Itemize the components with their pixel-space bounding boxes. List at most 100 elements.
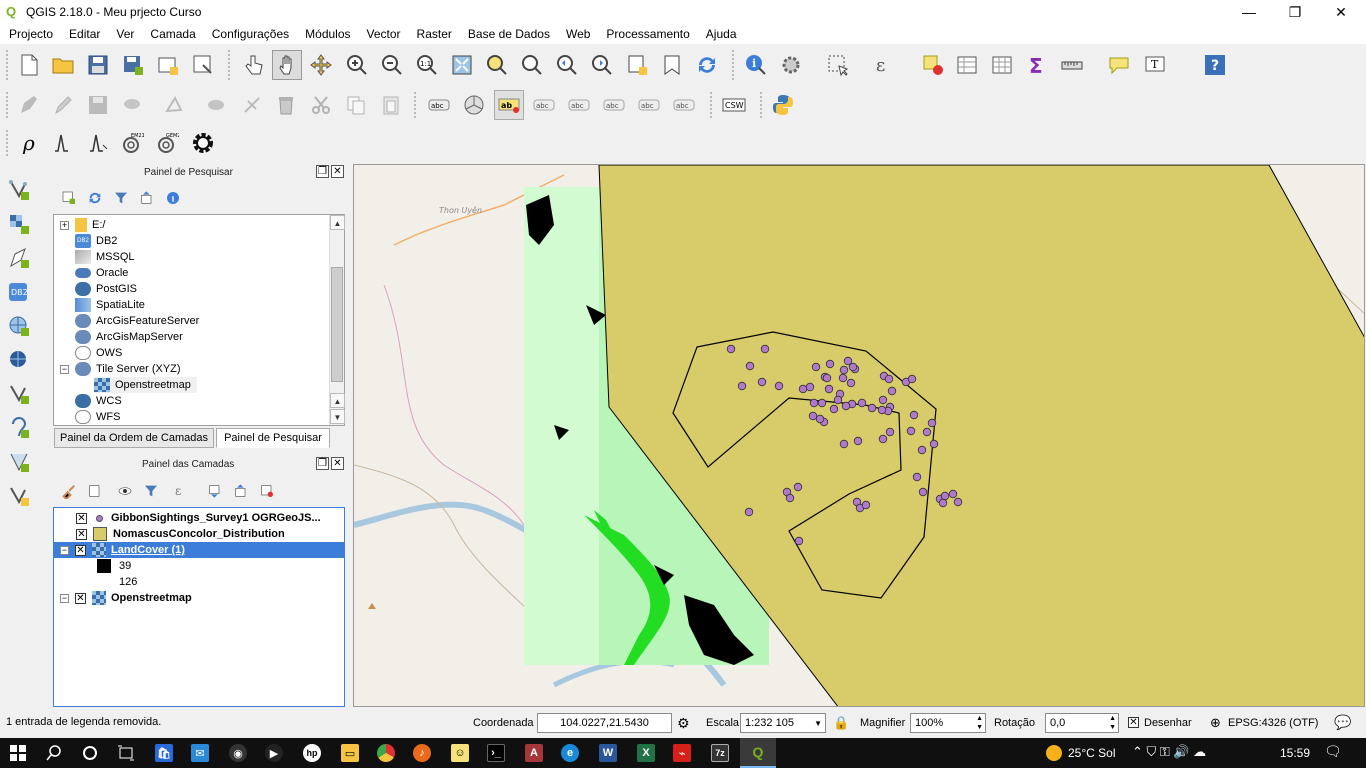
map-tips-icon[interactable] bbox=[1104, 50, 1134, 80]
media-app-icon[interactable]: ▶ bbox=[256, 738, 292, 768]
float-panel-button[interactable]: ❐ bbox=[316, 457, 329, 470]
layer-item-openstreetmap[interactable]: − ✕ Openstreetmap bbox=[60, 590, 192, 606]
save-as-icon[interactable] bbox=[118, 50, 148, 80]
browser-item-arcgis-map[interactable]: ArcGisMapServer bbox=[75, 329, 183, 345]
mail-icon[interactable]: ✉ bbox=[182, 738, 218, 768]
node-edit-icon[interactable] bbox=[237, 90, 267, 120]
deselect-all-icon[interactable] bbox=[918, 50, 948, 80]
pan-map-icon[interactable] bbox=[272, 50, 302, 80]
lock-scale-icon[interactable]: 🔒 bbox=[833, 715, 849, 731]
expand-icon[interactable]: + bbox=[60, 220, 69, 230]
manage-visibility-icon[interactable] bbox=[110, 476, 140, 506]
menu-web[interactable]: Web bbox=[557, 27, 597, 41]
layer-item-nomascus[interactable]: ✕ NomascusConcolor_Distribution bbox=[76, 526, 285, 542]
change-label-icon[interactable]: abc bbox=[669, 90, 699, 120]
zoom-to-selection-icon[interactable] bbox=[482, 50, 512, 80]
menu-raster[interactable]: Raster bbox=[408, 27, 459, 41]
edge-icon[interactable]: e bbox=[552, 738, 588, 768]
browser-item-postgis[interactable]: PostGIS bbox=[75, 281, 137, 297]
refresh-browser-icon[interactable] bbox=[84, 183, 106, 213]
menu-configuracoes[interactable]: Configurações bbox=[203, 27, 296, 41]
profile-tool-2-icon[interactable] bbox=[84, 128, 114, 158]
tab-browser[interactable]: Painel de Pesquisar bbox=[216, 428, 330, 448]
browser-item-arcgis-feature[interactable]: ArcGisFeatureServer bbox=[75, 313, 199, 329]
pan-to-selection-icon[interactable] bbox=[306, 50, 336, 80]
browser-item-xyz[interactable]: − Tile Server (XYZ) bbox=[60, 361, 181, 377]
measure-line-icon[interactable] bbox=[1057, 50, 1087, 80]
add-group-icon[interactable] bbox=[84, 476, 106, 506]
csw-icon[interactable]: CSW bbox=[719, 90, 749, 120]
remove-layer-icon[interactable] bbox=[256, 476, 278, 506]
new-project-icon[interactable] bbox=[14, 50, 44, 80]
statistical-summary-icon[interactable]: Σ bbox=[1022, 50, 1052, 80]
render-checkbox[interactable]: ✕ bbox=[1128, 717, 1139, 728]
store-icon[interactable]: 🛍 bbox=[146, 738, 182, 768]
toolbar-grip[interactable] bbox=[710, 92, 714, 118]
zoom-actual-size-icon[interactable]: 1:1 bbox=[412, 50, 442, 80]
browser-item-oracle[interactable]: Oracle bbox=[75, 265, 128, 281]
open-project-icon[interactable] bbox=[48, 50, 78, 80]
show-hide-labels-icon[interactable]: abc bbox=[564, 90, 594, 120]
menu-projecto[interactable]: Projecto bbox=[0, 27, 60, 41]
identify-icon[interactable]: i bbox=[741, 50, 771, 80]
layer-visibility-checkbox[interactable]: ✕ bbox=[75, 544, 86, 556]
layer-diagram-icon[interactable] bbox=[459, 90, 489, 120]
scale-combobox[interactable]: 1:232 105 ▼ bbox=[740, 713, 826, 733]
new-map-view-icon[interactable] bbox=[622, 50, 652, 80]
tab-layer-order[interactable]: Painel da Ordem de Camadas bbox=[54, 428, 214, 448]
float-panel-button[interactable]: ❐ bbox=[316, 165, 329, 178]
collapse-icon[interactable]: − bbox=[60, 364, 69, 374]
zoom-full-icon[interactable] bbox=[447, 50, 477, 80]
menu-base-de-dados[interactable]: Base de Dados bbox=[459, 27, 557, 41]
browser-item-mssql[interactable]: MSSQL bbox=[75, 249, 135, 265]
windows-start-icon[interactable] bbox=[0, 738, 36, 768]
collapse-icon[interactable]: − bbox=[60, 545, 69, 555]
task-view-icon[interactable] bbox=[108, 738, 144, 768]
coordinate-field[interactable]: 104.0227,21.5430 bbox=[537, 713, 672, 733]
collapse-icon[interactable]: − bbox=[60, 593, 69, 603]
new-bookmark-icon[interactable] bbox=[657, 50, 687, 80]
weather-sun-icon[interactable] bbox=[1036, 738, 1072, 768]
toolbar-grip[interactable] bbox=[6, 130, 10, 156]
layer-visibility-checkbox[interactable]: ✕ bbox=[76, 528, 87, 540]
map-canvas[interactable]: Thon Uyên bbox=[353, 164, 1365, 707]
zoom-last-icon[interactable] bbox=[552, 50, 582, 80]
toolbar-grip[interactable] bbox=[228, 50, 232, 80]
filter-legend-icon[interactable] bbox=[140, 476, 162, 506]
zoom-in-icon[interactable] bbox=[342, 50, 372, 80]
toolbar-grip[interactable] bbox=[732, 50, 736, 80]
sticky-notes-icon[interactable]: ☺ bbox=[442, 738, 478, 768]
messages-icon[interactable]: 💬 bbox=[1334, 714, 1351, 731]
add-gps-layer-icon[interactable] bbox=[4, 413, 34, 443]
layer-visibility-checkbox[interactable]: ✕ bbox=[75, 592, 86, 604]
highlight-pinned-labels-icon[interactable]: ab bbox=[494, 90, 524, 120]
scroll-up-icon[interactable]: ▲ bbox=[330, 393, 345, 408]
properties-info-icon[interactable]: i bbox=[162, 183, 184, 213]
menu-ajuda[interactable]: Ajuda bbox=[697, 27, 744, 41]
python-console-icon[interactable] bbox=[768, 90, 798, 120]
save-edits-icon[interactable] bbox=[83, 90, 113, 120]
layer-item-landcover[interactable]: − ✕ LandCover (1) bbox=[54, 542, 344, 558]
run-feature-action-icon[interactable] bbox=[776, 50, 806, 80]
select-by-expression-icon[interactable]: ε bbox=[870, 50, 900, 80]
add-selected-layers-icon[interactable] bbox=[58, 183, 80, 213]
scroll-up-icon[interactable]: ▲ bbox=[330, 215, 345, 230]
current-edits-icon[interactable] bbox=[14, 90, 44, 120]
pin-labels-icon[interactable]: abc bbox=[529, 90, 559, 120]
scroll-thumb[interactable] bbox=[331, 267, 343, 382]
node-tool-icon[interactable] bbox=[202, 90, 232, 120]
add-db2-layer-icon[interactable]: DB2 bbox=[4, 277, 34, 307]
move-feature-icon[interactable] bbox=[160, 90, 190, 120]
scroll-down-icon[interactable]: ▼ bbox=[330, 409, 345, 424]
menu-vector[interactable]: Vector bbox=[358, 27, 408, 41]
search-icon[interactable] bbox=[36, 738, 72, 768]
notifications-icon[interactable]: 🗨 bbox=[1324, 743, 1342, 760]
rho-icon[interactable]: ρ bbox=[14, 128, 44, 158]
collapse-all-icon[interactable] bbox=[136, 183, 158, 213]
add-wcs-layer-icon[interactable] bbox=[4, 345, 34, 375]
browser-item-ows[interactable]: OWS bbox=[75, 345, 122, 361]
system-tray-icons[interactable]: ⌃ ⛉ ⚿ 🔊 ☁ bbox=[1132, 744, 1206, 760]
zoom-to-layer-icon[interactable] bbox=[517, 50, 547, 80]
spin-arrows-icon[interactable]: ▲ ▼ bbox=[1109, 714, 1116, 732]
menu-modulos[interactable]: Módulos bbox=[296, 27, 357, 41]
